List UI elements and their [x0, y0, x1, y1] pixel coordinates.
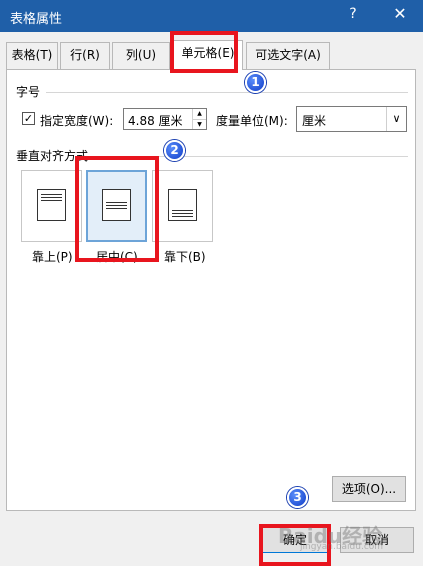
unit-label: 度量单位(M): — [216, 114, 288, 128]
tab-panel — [6, 69, 416, 511]
glyph-line — [106, 202, 127, 203]
glyph-line — [41, 200, 62, 201]
watermark-url: jingyan.baidu.com — [300, 542, 384, 552]
align-center-label[interactable]: 居中(C) — [96, 248, 138, 265]
step-badge-2: 2 — [164, 140, 185, 161]
align-bottom-label[interactable]: 靠下(B) — [164, 248, 206, 265]
unit-select[interactable]: 厘米 ∨ — [296, 106, 407, 132]
width-spinner[interactable]: 4.88 厘米 ▲ ▼ — [123, 108, 207, 130]
glyph-line — [172, 213, 193, 214]
tab-cell[interactable]: 单元格(E) — [173, 40, 243, 70]
spin-up-icon[interactable]: ▲ — [193, 109, 206, 119]
glyph-line — [41, 197, 62, 198]
glyph-line — [172, 210, 193, 211]
unit-value: 厘米 — [302, 114, 327, 128]
specify-width-label: 指定宽度(W): — [40, 114, 114, 128]
chevron-down-icon[interactable]: ∨ — [386, 107, 406, 131]
glyph-line — [172, 216, 193, 217]
step-badge-1: 1 — [245, 72, 266, 93]
spin-down-icon[interactable]: ▼ — [193, 119, 206, 129]
spinner-buttons: ▲ ▼ — [192, 109, 206, 129]
tab-alt-text[interactable]: 可选文字(A) — [246, 42, 330, 69]
close-icon[interactable]: ✕ — [388, 4, 412, 23]
size-section-divider — [46, 92, 408, 93]
dialog-title: 表格属性 — [10, 12, 63, 27]
help-icon[interactable]: ? — [343, 6, 363, 22]
glyph-line — [41, 194, 62, 195]
tab-table[interactable]: 表格(T) — [6, 42, 58, 69]
tab-row[interactable]: 行(R) — [60, 42, 110, 69]
tab-column[interactable]: 列(U) — [112, 42, 170, 69]
align-center-icon — [102, 189, 131, 221]
tab-strip: 表格(T) 行(R) 列(U) 单元格(E) 可选文字(A) — [6, 40, 416, 70]
glyph-line — [106, 208, 127, 209]
specify-width-checkbox[interactable]: ✓ — [22, 112, 35, 125]
dialog-titlebar: 表格属性 ? ✕ — [0, 0, 423, 32]
align-center-button[interactable] — [86, 170, 147, 242]
width-value: 4.88 厘米 — [128, 114, 183, 128]
step-badge-3: 3 — [287, 487, 308, 508]
align-top-label[interactable]: 靠上(P) — [32, 248, 73, 265]
valign-section-divider — [108, 156, 408, 157]
align-bottom-icon — [168, 189, 197, 221]
align-bottom-button[interactable] — [152, 170, 213, 242]
valign-section-label: 垂直对齐方式 — [16, 149, 89, 163]
align-top-button[interactable] — [21, 170, 82, 242]
align-top-icon — [37, 189, 66, 221]
options-button[interactable]: 选项(O)... — [332, 476, 406, 502]
size-section-label: 字号 — [16, 85, 41, 99]
glyph-line — [106, 205, 127, 206]
